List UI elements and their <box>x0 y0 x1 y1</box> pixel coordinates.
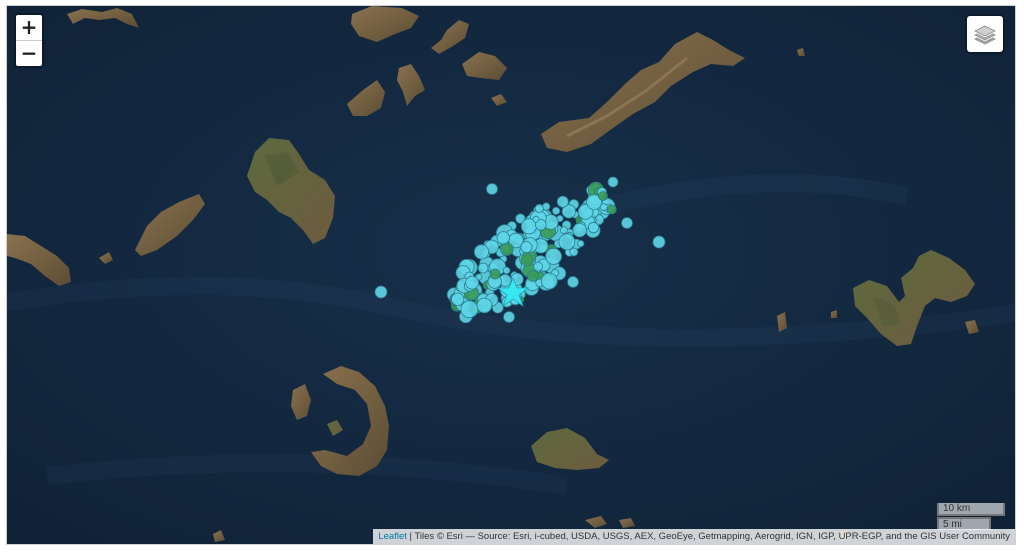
earthquake-marker[interactable] <box>652 235 666 249</box>
earthquake-marker[interactable] <box>520 241 533 254</box>
earthquake-marker[interactable] <box>598 191 608 201</box>
attribution: Leaflet | Tiles © Esri — Source: Esri, i… <box>373 529 1015 544</box>
earthquake-marker[interactable] <box>569 247 579 257</box>
earthquake-marker[interactable] <box>572 222 587 238</box>
earthquake-marker[interactable] <box>560 226 568 235</box>
earthquake-marker[interactable] <box>567 276 579 288</box>
leaflet-link[interactable]: Leaflet <box>378 531 407 542</box>
earthquake-marker[interactable] <box>473 244 490 260</box>
earthquake-marker[interactable] <box>477 262 489 274</box>
satellite-basemap <box>7 6 1015 544</box>
earthquake-marker[interactable] <box>599 203 608 212</box>
earthquake-marker[interactable] <box>551 206 561 215</box>
earthquake-marker[interactable] <box>500 242 514 256</box>
earthquake-marker[interactable] <box>558 233 576 251</box>
scale-bar: 10 km 5 mi <box>937 503 1005 530</box>
earthquake-marker[interactable] <box>533 261 543 272</box>
earthquake-marker[interactable] <box>577 240 585 248</box>
earthquake-marker[interactable] <box>502 266 511 275</box>
zoom-out-button[interactable]: − <box>16 40 42 66</box>
earthquake-marker[interactable] <box>496 231 510 245</box>
map-viewport[interactable]: + − 10 km 5 mi Leaflet | Tiles © Esri — … <box>6 5 1016 545</box>
attribution-text: Tiles © Esri — Source: Esri, i-cubed, US… <box>414 531 1010 542</box>
zoom-in-button[interactable]: + <box>16 15 42 40</box>
earthquake-marker[interactable] <box>621 217 633 229</box>
earthquake-marker[interactable] <box>465 275 480 290</box>
earthquake-marker[interactable] <box>532 215 540 223</box>
zoom-control: + − <box>14 13 44 68</box>
earthquake-marker[interactable] <box>534 203 544 213</box>
earthquake-marker[interactable] <box>489 268 501 280</box>
scale-km: 10 km <box>937 503 1005 516</box>
earthquake-marker[interactable] <box>545 247 562 265</box>
earthquake-marker[interactable] <box>503 311 515 323</box>
layers-control-button[interactable] <box>965 14 1005 54</box>
earthquake-marker[interactable] <box>587 221 600 234</box>
earthquake-marker[interactable] <box>486 183 498 195</box>
earthquake-marker[interactable] <box>451 292 465 306</box>
earthquake-marker[interactable] <box>607 176 619 188</box>
earthquake-marker[interactable] <box>374 285 388 299</box>
earthquake-marker[interactable] <box>520 253 534 267</box>
earthquake-marker[interactable] <box>556 195 569 208</box>
earthquake-marker[interactable] <box>527 270 539 282</box>
earthquake-marker[interactable] <box>460 300 479 319</box>
earthquake-marker[interactable] <box>540 272 558 290</box>
earthquake-marker[interactable] <box>606 204 617 215</box>
earthquake-marker[interactable] <box>476 297 493 314</box>
layers-icon <box>974 25 996 45</box>
